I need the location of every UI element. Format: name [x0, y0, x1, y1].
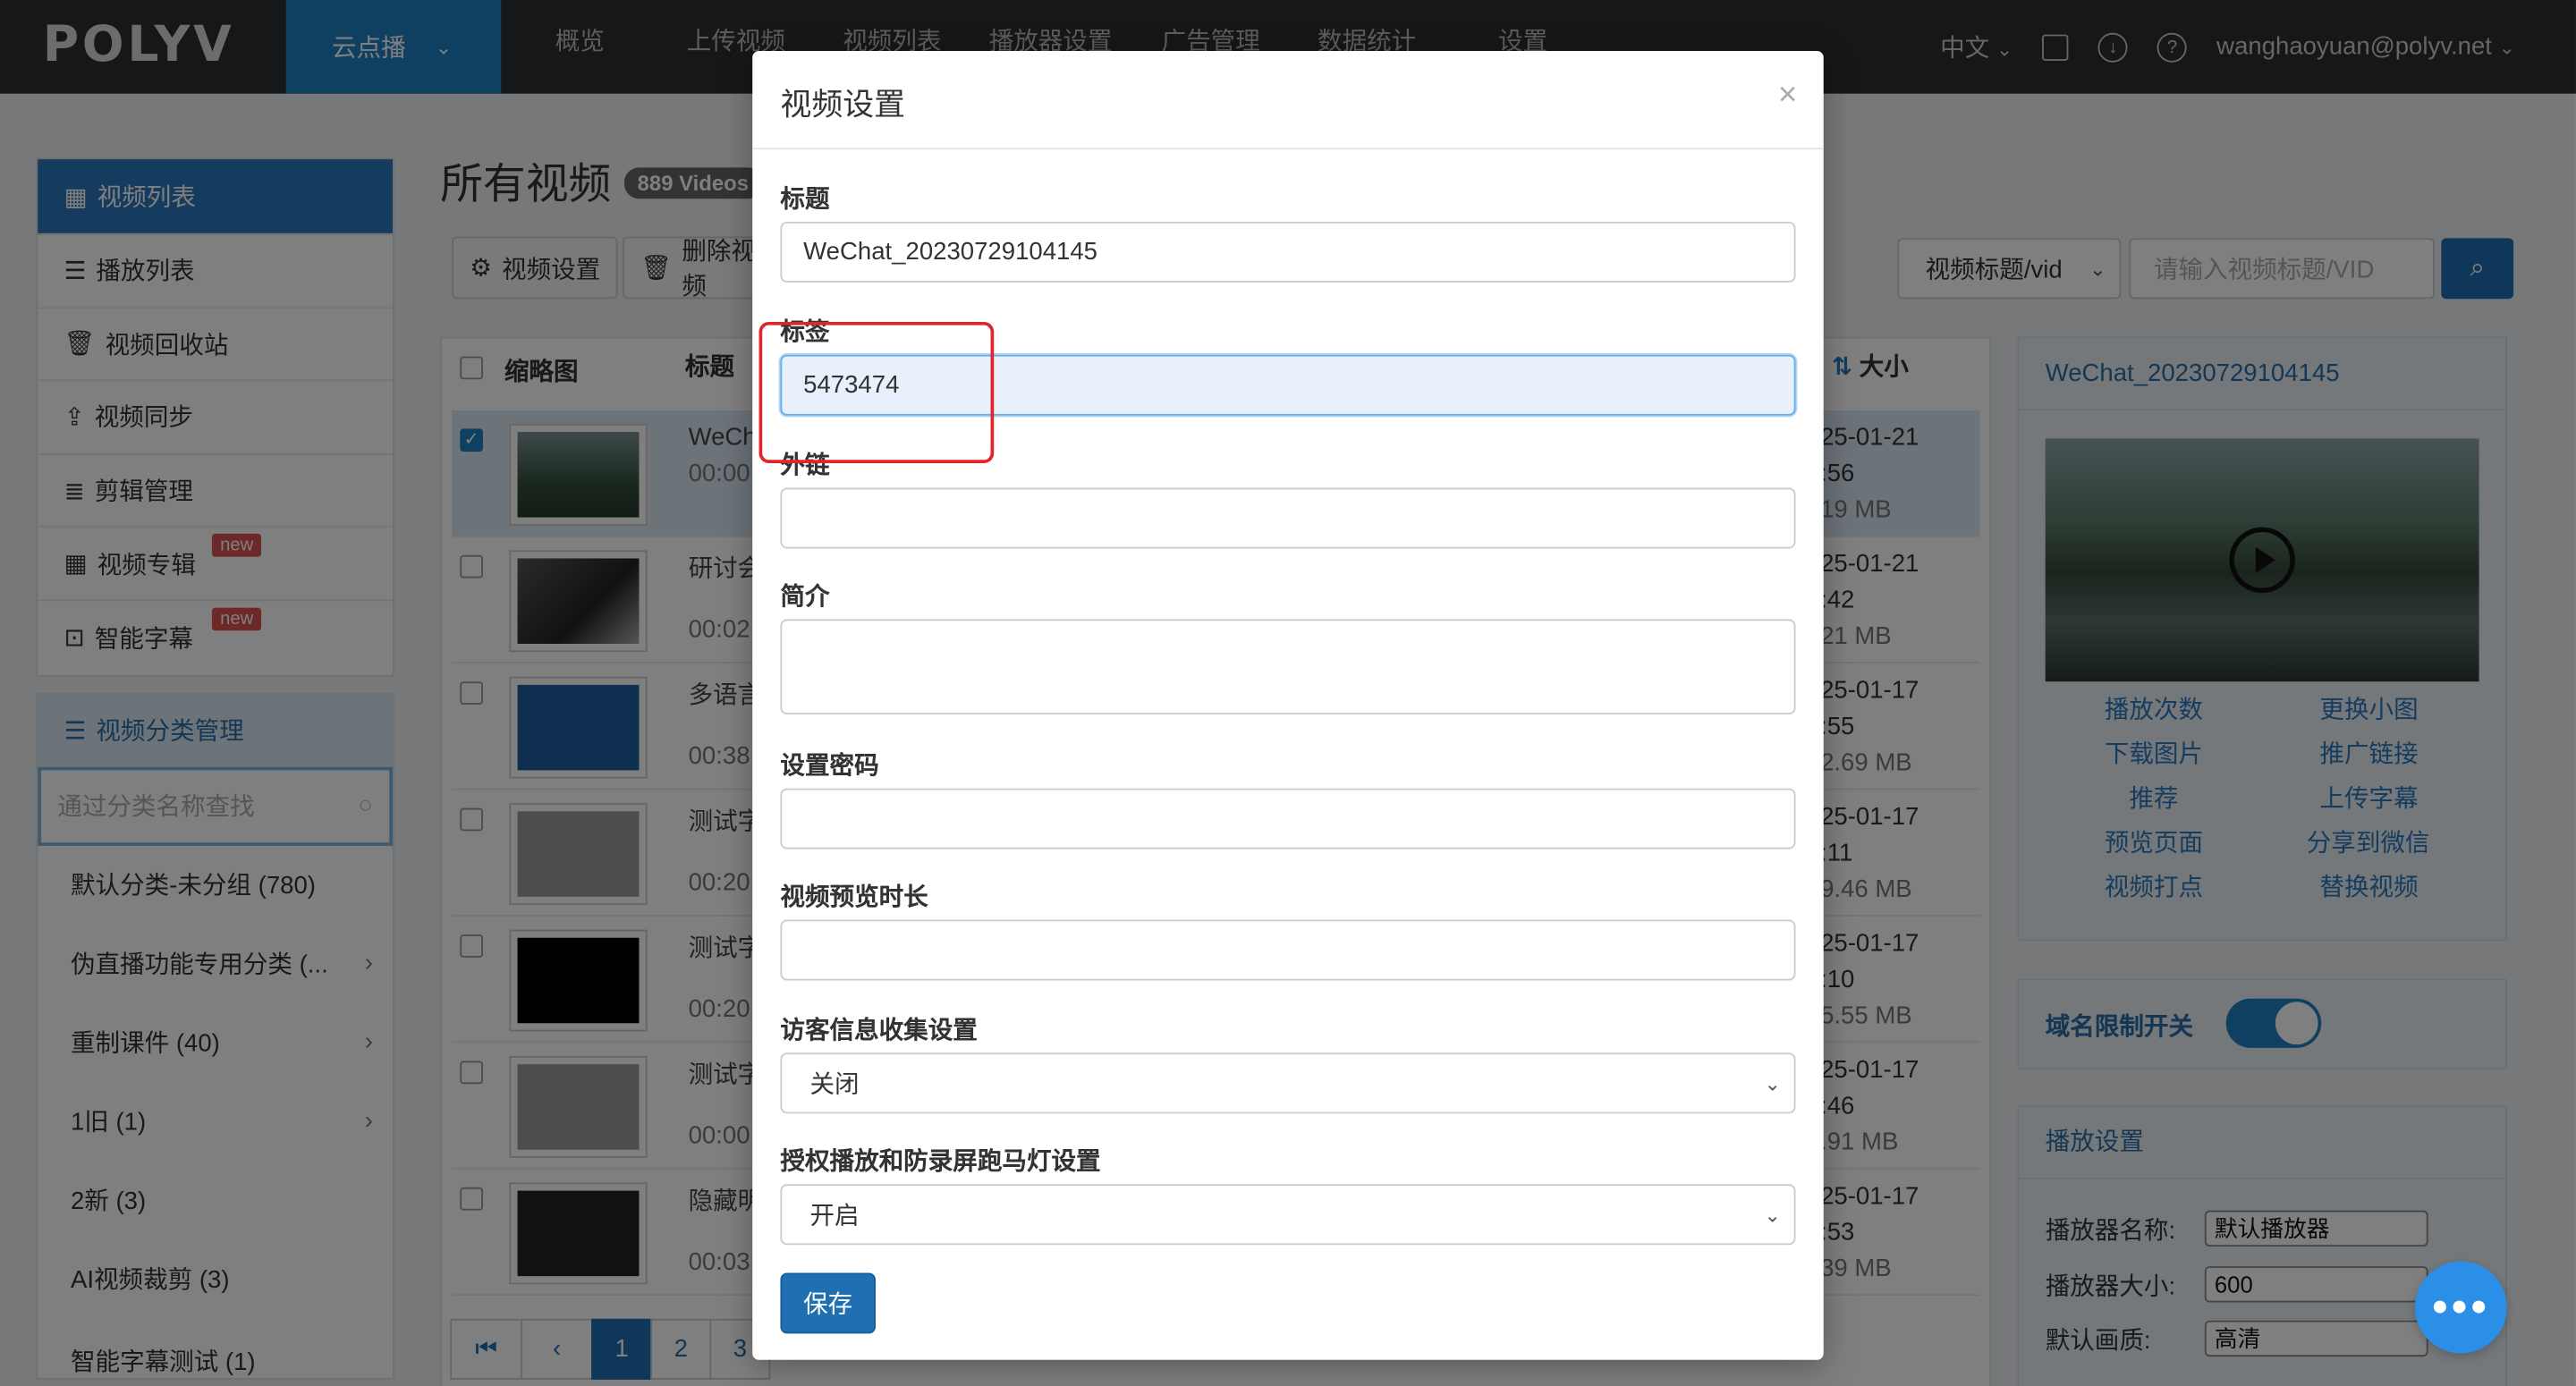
more-icon: ••• [2431, 1280, 2490, 1332]
preview-duration-input[interactable] [780, 919, 1796, 981]
password-label: 设置密码 [780, 752, 879, 781]
title-input[interactable]: WeChat_20230729104145 [780, 221, 1796, 283]
link-input[interactable] [780, 487, 1796, 549]
auth-play-label: 授权播放和防录屏跑马灯设置 [780, 1147, 1101, 1177]
modal-title: 视频设置 [780, 89, 906, 123]
visitor-info-value: 关闭 [809, 1070, 860, 1099]
chevron-down-icon: ⌄ [1764, 1071, 1781, 1095]
close-icon[interactable]: × [1778, 77, 1797, 114]
intro-label: 简介 [780, 583, 830, 612]
password-input[interactable] [780, 788, 1796, 849]
visitor-info-select[interactable]: 关闭 ⌄ [780, 1052, 1796, 1114]
chat-fab-button[interactable]: ••• [2414, 1261, 2507, 1354]
chevron-down-icon: ⌄ [1764, 1203, 1781, 1227]
video-settings-modal: 视频设置 × 标题 WeChat_20230729104145 标签 54734… [752, 50, 1824, 1360]
modal-header: 视频设置 × [752, 51, 1824, 150]
tag-highlight-box [758, 321, 995, 463]
preview-duration-label: 视频预览时长 [780, 883, 928, 912]
auth-play-select[interactable]: 开启 ⌄ [780, 1184, 1796, 1246]
auth-play-value: 开启 [809, 1202, 860, 1230]
visitor-info-label: 访客信息收集设置 [780, 1016, 978, 1045]
title-input-value: WeChat_20230729104145 [803, 238, 1098, 266]
title-label: 标题 [780, 185, 830, 214]
save-button[interactable]: 保存 [780, 1272, 876, 1334]
intro-textarea[interactable] [780, 619, 1796, 714]
